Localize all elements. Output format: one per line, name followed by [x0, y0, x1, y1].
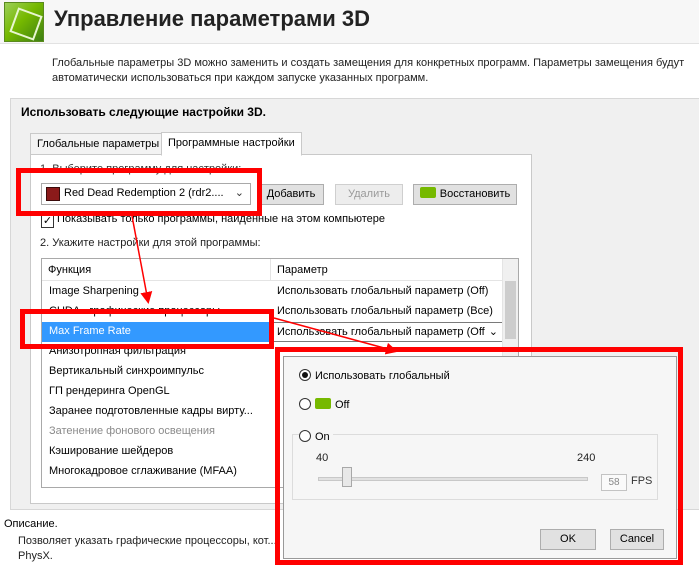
annotation-arrows	[131, 215, 398, 355]
arrow-to-popup	[273, 317, 398, 355]
arrow-to-row	[131, 215, 153, 304]
